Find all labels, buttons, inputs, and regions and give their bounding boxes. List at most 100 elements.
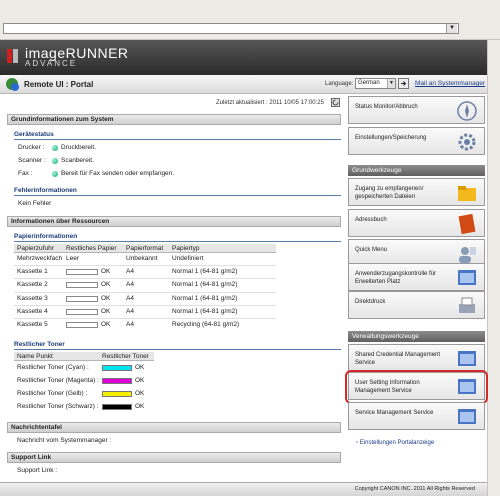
mail-admin-link[interactable]: Mail an Systemmanager bbox=[415, 80, 485, 87]
status-label: Fax : bbox=[18, 170, 33, 177]
divider bbox=[14, 241, 341, 242]
settings-button[interactable]: Einstellungen/Speicherung bbox=[348, 127, 485, 155]
brand-sub: ADVANCE bbox=[25, 59, 78, 68]
language-value: German bbox=[358, 80, 380, 86]
toner-level-bar bbox=[102, 391, 132, 397]
paper-level-bar bbox=[66, 322, 98, 328]
row-divider bbox=[14, 305, 276, 306]
subsection-fehlerinfo: Fehlerinformationen bbox=[14, 187, 77, 194]
toner-value: OK bbox=[135, 390, 145, 397]
selection-highlight bbox=[345, 370, 488, 404]
paper-format: A4 bbox=[126, 321, 134, 328]
subsection-restlicher-toner: Restlicher Toner bbox=[14, 341, 65, 348]
panel-label: Quick Menu bbox=[355, 247, 388, 253]
access-control-button[interactable]: Anwenderzugangskontrolle für Erweiterten… bbox=[348, 263, 485, 291]
status-value: Scanbereit. bbox=[61, 157, 94, 164]
paper-source: Kassette 2 bbox=[17, 281, 48, 288]
error-status: Kein Fehler bbox=[18, 200, 52, 207]
paper-level-bar bbox=[66, 296, 98, 302]
column-header: Papiertyp bbox=[172, 245, 200, 252]
row-divider bbox=[14, 278, 276, 279]
address-book-button[interactable]: Adressbuch bbox=[348, 209, 485, 237]
panel-label: Status Monitor/Abbruch bbox=[355, 104, 418, 110]
divider bbox=[14, 139, 341, 140]
status-ok-icon bbox=[52, 145, 58, 151]
window-icon bbox=[458, 351, 476, 366]
paper-source: Kassette 1 bbox=[17, 268, 48, 275]
status-monitor-icon bbox=[457, 101, 477, 121]
panel-label: Zugang zu empfangenen/ gespeicherten Dat… bbox=[355, 186, 424, 200]
section-nachrichtentafel: Nachrichtentafel bbox=[7, 422, 341, 433]
quick-menu-icon bbox=[459, 247, 476, 263]
subsection-geraetestatus: Gerätestatus bbox=[14, 131, 54, 138]
paper-source: Kassette 5 bbox=[17, 321, 48, 328]
last-updated: Zuletzt aktualisiert : 2011 10/05 17:00:… bbox=[216, 100, 324, 106]
status-monitor-button[interactable]: Status Monitor/Abbruch bbox=[348, 96, 485, 124]
address-bar[interactable] bbox=[3, 23, 459, 34]
paper-format: A4 bbox=[126, 308, 134, 315]
paper-level-bar bbox=[66, 269, 98, 275]
stored-files-button[interactable]: Zugang zu empfangenen/ gespeicherten Dat… bbox=[348, 178, 485, 206]
group-verwaltungswerkzeuge: Verwaltungswerkzeuge bbox=[348, 331, 485, 342]
address-dropdown-icon[interactable]: ▼ bbox=[446, 24, 457, 33]
row-divider bbox=[14, 292, 276, 293]
arrow-icon bbox=[401, 81, 407, 86]
paper-format: A4 bbox=[126, 281, 134, 288]
copyright: Copyright CANON INC. 2011 All Rights Res… bbox=[354, 486, 475, 492]
paper-type: Undefiniert bbox=[172, 255, 204, 262]
group-grundwerkzeuge: Grundwerkzeuge bbox=[348, 165, 485, 176]
paper-remaining: Leer bbox=[66, 255, 80, 262]
refresh-button[interactable] bbox=[331, 98, 340, 107]
toner-name: Restlicher Toner (Magenta) : bbox=[17, 377, 99, 384]
access-control-icon bbox=[458, 270, 476, 285]
folder-icon bbox=[458, 186, 476, 201]
divider bbox=[14, 195, 341, 196]
paper-source: Kassette 4 bbox=[17, 308, 48, 315]
service-management-button[interactable]: Service Management Service bbox=[348, 402, 485, 430]
section-grundinfo: Grundinformationen zum System bbox=[7, 114, 341, 125]
portal-settings-link[interactable]: ▫ Einstellungen Portalanzeige bbox=[356, 440, 434, 446]
panel-label: Direktdruck bbox=[355, 299, 386, 305]
toner-level-bar bbox=[102, 378, 132, 384]
paper-level-bar bbox=[66, 282, 98, 288]
column-header: Restlicher Toner bbox=[102, 353, 149, 360]
status-value: Bereit für Fax senden oder empfangen. bbox=[61, 170, 175, 177]
toner-name: Restlicher Toner (Schwarz) : bbox=[17, 403, 99, 410]
status-ok-icon bbox=[52, 158, 58, 164]
column-header: Name Punkt bbox=[17, 353, 53, 360]
panel-label: Service Management Service bbox=[355, 410, 434, 416]
browser-scrollbar[interactable] bbox=[487, 40, 500, 496]
column-header: Papierformat bbox=[126, 245, 164, 252]
status-label: Drucker : bbox=[18, 144, 45, 151]
paper-level-bar bbox=[66, 309, 98, 315]
paper-remaining: OK bbox=[101, 295, 111, 302]
toner-value: OK bbox=[135, 377, 145, 384]
paper-source: Mehrzweckfach bbox=[17, 255, 63, 262]
admin-message-label: Nachricht vom Systemmanager : bbox=[17, 437, 112, 444]
paper-type: Normal 1 (64-81 g/m2) bbox=[172, 268, 238, 275]
divider bbox=[14, 349, 341, 350]
paper-type: Recycling (64-81 g/m2) bbox=[172, 321, 240, 328]
section-ressourcen: Informationen über Ressourcen bbox=[7, 216, 341, 227]
language-select[interactable]: German ▼ bbox=[355, 78, 396, 89]
toner-level-bar bbox=[102, 365, 132, 371]
support-link-label: Support Link : bbox=[17, 467, 58, 474]
status-value: Druckbereit. bbox=[61, 144, 97, 151]
paper-type: Normal 1 (64-81 g/m2) bbox=[172, 295, 238, 302]
row-divider bbox=[14, 318, 276, 319]
direct-print-button[interactable]: Direktdruck bbox=[348, 291, 485, 319]
column-header: Papierzufuhr bbox=[17, 245, 54, 252]
logo-mark-icon bbox=[7, 49, 18, 63]
language-apply-button[interactable] bbox=[398, 78, 409, 89]
status-label: Scanner : bbox=[18, 157, 46, 164]
page-title: Remote UI : Portal bbox=[24, 80, 94, 89]
paper-remaining: OK bbox=[101, 308, 111, 315]
address-book-icon bbox=[458, 213, 476, 235]
panel-label: Einstellungen/Speicherung bbox=[355, 135, 427, 141]
toner-value: OK bbox=[135, 403, 145, 410]
shared-credential-button[interactable]: Shared Credential Management Service bbox=[348, 344, 485, 372]
paper-type: Normal 1 (64-81 g/m2) bbox=[172, 281, 238, 288]
paper-remaining: OK bbox=[101, 281, 111, 288]
toner-name: Restlicher Toner (Cyan) : bbox=[17, 364, 89, 371]
toner-name: Restlicher Toner (Gelb) : bbox=[17, 390, 88, 397]
